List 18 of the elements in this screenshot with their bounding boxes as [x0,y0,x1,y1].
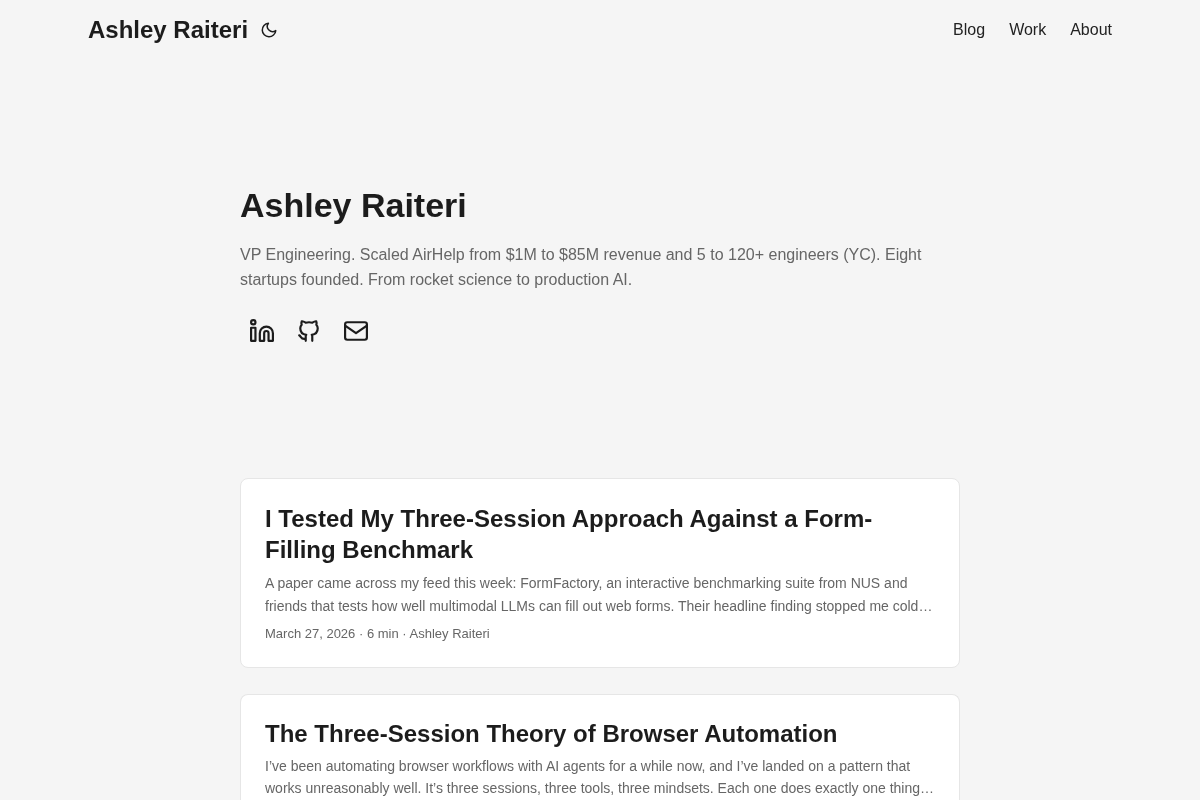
linkedin-icon[interactable] [250,318,274,343]
post-title[interactable]: The Three-Session Theory of Browser Automation [265,717,935,749]
nav-link[interactable]: About [1070,20,1112,40]
post-card[interactable] [240,477,960,668]
post-excerpt: I’ve been automating browser workflows with AI agents for a while now, and I’ve landed on a pattern that works unreasonably well. It’s three sessions, three tools, three mindsets. Each one does exactly one thing… [265,756,935,799]
post-excerpt: A paper came across my feed this week: FormFactory, an interactive benchmarking suite from NUS and friends that tests how well multimodal LLMs can fill out web forms. Their headline finding stopped me cold… [265,573,934,616]
post-meta-text: March 27, 2026 · 6 min · Ashley Raiteri [265,624,491,643]
envelope-icon[interactable] [344,318,368,343]
github-icon[interactable] [297,318,321,343]
moon-icon [260,21,279,39]
bio-text: VP Engineering. Scaled AirHelp from $1M to $85M revenue and 5 to 120+ engineers (YC). Eight startups founded. From rocket science to production AI. [240,244,923,290]
nav-link[interactable]: Blog [953,20,986,40]
nav-link[interactable]: Work [1009,20,1047,40]
theme-toggle-button[interactable] [260,21,279,39]
site-title-link[interactable]: Ashley Raiteri [88,15,249,45]
post-card[interactable] [240,693,960,800]
post-title[interactable]: I Tested My Three-Session Approach Against a Form-Filling Benchmark [265,502,935,565]
hero-heading: Ashley Raiteri [240,185,468,226]
